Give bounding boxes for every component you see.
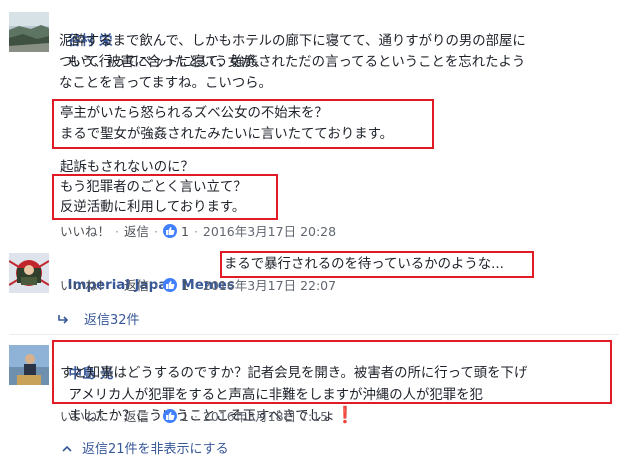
avatar[interactable] <box>9 12 49 52</box>
divider <box>9 334 619 335</box>
avatar[interactable] <box>9 345 49 385</box>
comment-text-line: 泥酔するまで飲んで、しかもホテルの廊下に寝てて、通りすがりの男の部屋に <box>59 34 526 49</box>
avatar[interactable] <box>9 253 49 293</box>
chevron-up-icon <box>62 442 72 457</box>
hide-replies-link[interactable]: 返信21件を非表示にする <box>62 438 229 457</box>
like-link[interactable]: いいね！ <box>60 224 110 239</box>
exclamation-icon: ❗ <box>335 405 356 424</box>
comment-text-line: ついて行ってベットに寝て、強姦されただの言ってるということを忘れたよう <box>59 55 526 70</box>
comment-actions: いいね！ · 返信 · 1 · 2016年3月18日 7:15 <box>60 409 329 424</box>
comment-text: まるで暴行されるのを待っているかのような... <box>224 257 504 272</box>
like-icon[interactable] <box>163 224 177 238</box>
comment-timestamp[interactable]: 2016年3月17日 22:07 <box>203 278 336 293</box>
quoted-line: 亭主がいたら怒られるズベ公女の不始末を？ <box>60 106 328 121</box>
quoted-line: 反逆活動に利用しております。 <box>60 200 246 215</box>
comment-timestamp[interactable]: 2016年3月18日 7:15 <box>203 409 328 424</box>
like-count[interactable]: 1 <box>181 278 189 293</box>
like-link[interactable]: いいね！ <box>60 278 110 293</box>
reply-link[interactable]: 返信 <box>124 224 149 239</box>
like-icon[interactable] <box>163 278 177 292</box>
comment-text-line: すと知事はどうするのですか？記者会見を開き。被害者の所に行って頭を下げ <box>60 366 528 381</box>
like-count[interactable]: 1 <box>181 409 189 424</box>
view-replies-label[interactable]: 返信32件 <box>84 313 140 328</box>
view-replies-link[interactable]: 返信32件 <box>58 309 140 328</box>
comment-text-line: なことを言ってますね。こいつら。 <box>59 76 272 91</box>
reply-link[interactable]: 返信 <box>124 409 149 424</box>
hide-replies-label[interactable]: 返信21件を非表示にする <box>82 442 229 457</box>
quoted-line: まるで聖女が強姦されたみたいに言いたてております。 <box>60 127 394 142</box>
comment-timestamp[interactable]: 2016年3月17日 20:28 <box>203 224 336 239</box>
reply-arrow-icon <box>58 313 70 328</box>
like-link[interactable]: いいね！ <box>60 409 110 424</box>
comment-actions: いいね！ · 返信 · 1 · 2016年3月17日 22:07 <box>60 278 337 293</box>
comment-actions: いいね！ · 返信 · 1 · 2016年3月17日 20:28 <box>60 224 337 239</box>
like-icon[interactable] <box>163 409 177 423</box>
reply-link[interactable]: 返信 <box>124 278 149 293</box>
quoted-line: もう犯罪者のごとく言い立て？ <box>60 180 247 195</box>
like-count[interactable]: 1 <box>181 224 189 239</box>
